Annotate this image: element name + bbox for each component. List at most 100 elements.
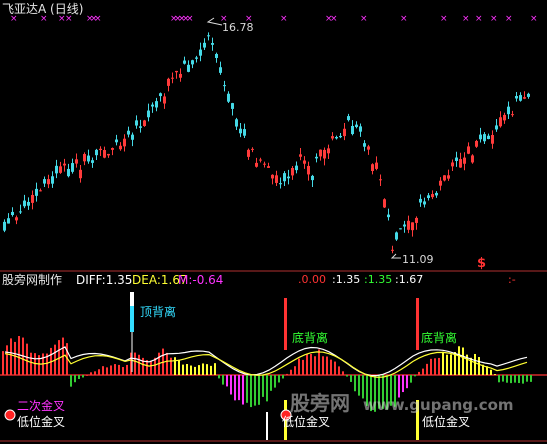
macd-bar — [14, 341, 16, 375]
candle-body — [127, 130, 130, 135]
top-divergence-marker-white — [130, 292, 134, 306]
stock-chart-canvas[interactable]: × × × × ××× ××××× × × × ×× × × × × × × × × — [0, 0, 547, 444]
signal-x-marker: × — [475, 14, 483, 24]
candle-body — [207, 35, 210, 37]
candle-body — [115, 139, 118, 143]
macd-bar — [342, 371, 344, 375]
macd-bar — [194, 366, 196, 375]
macd-bar — [94, 371, 96, 375]
candle-body — [235, 119, 238, 127]
macd-bar — [222, 375, 224, 385]
candle-body — [203, 42, 206, 48]
candle-body — [315, 156, 318, 159]
candle-body — [439, 180, 442, 186]
candle-body — [143, 120, 146, 127]
candle-body — [47, 179, 50, 185]
candle-body — [163, 96, 166, 104]
macd-bar — [150, 361, 152, 375]
candle-body — [431, 194, 434, 198]
macd-bar — [314, 356, 316, 375]
macd-bar — [2, 351, 4, 375]
candle-body — [255, 162, 258, 167]
candle-body — [307, 165, 310, 175]
candle-body — [491, 134, 494, 144]
candle-body — [7, 218, 10, 224]
candle-body — [111, 148, 114, 150]
annotation-low-golden-cross-2: 低位金叉 — [282, 415, 331, 429]
macd-bar — [446, 354, 448, 375]
candle-body — [443, 175, 446, 181]
macd-bar — [202, 363, 204, 375]
macd-bar — [362, 375, 364, 399]
macd-bar — [186, 364, 188, 375]
candle-body — [311, 175, 314, 181]
macd-bar — [218, 375, 220, 379]
candle-body — [151, 104, 154, 107]
candle-body — [463, 157, 466, 164]
candle-body — [199, 49, 202, 56]
annotation-bottom-divergence-1: 底背离 — [292, 331, 329, 345]
signal-dollar-mark: $ — [477, 256, 487, 271]
indicator-brand-label: 股旁网制作 — [2, 273, 63, 287]
macd-bar — [198, 365, 200, 375]
macd-bar — [226, 375, 228, 387]
candle-body — [267, 166, 270, 168]
macd-bar — [434, 358, 436, 375]
macd-bar — [334, 361, 336, 375]
signal-x-marker: × — [462, 14, 470, 24]
macd-bar — [78, 375, 80, 379]
candle-body — [59, 166, 62, 173]
candle-body — [83, 154, 86, 162]
candle-body — [391, 249, 394, 251]
macd-bar — [214, 363, 216, 375]
candle-body — [419, 198, 422, 203]
candle-body — [359, 126, 362, 132]
m-value-label: M:-0.64 — [178, 273, 224, 287]
signal-x-marker: × — [440, 14, 448, 24]
signal-x-marker: × — [94, 14, 102, 24]
macd-bar — [318, 349, 320, 375]
macd-bar — [254, 375, 256, 406]
macd-bar — [86, 374, 88, 376]
macd-bar — [170, 357, 172, 375]
extra-value-2: :1.35 — [332, 273, 361, 286]
candle-body — [139, 126, 142, 128]
candle-body — [319, 149, 322, 157]
candle-body — [63, 163, 66, 166]
candle-body — [471, 155, 474, 163]
candle-body — [263, 163, 266, 165]
macd-bar — [306, 354, 308, 375]
candle-body — [467, 146, 470, 154]
candle-body — [387, 214, 390, 218]
macd-bar — [126, 364, 128, 375]
signal-x-marker: × — [490, 14, 498, 24]
candle-body — [27, 201, 30, 206]
candle-body — [231, 103, 234, 109]
candle-body — [183, 60, 186, 64]
candle-body — [383, 199, 386, 208]
signal-x-marker: × — [505, 14, 513, 24]
candle-body — [187, 64, 190, 72]
golden-cross-dot — [4, 409, 16, 421]
macd-bar — [90, 372, 92, 375]
candle-body — [15, 217, 18, 221]
candle-body — [375, 162, 378, 169]
macd-bar — [262, 375, 264, 397]
macd-bar — [234, 375, 236, 401]
macd-bar — [526, 375, 528, 382]
candle-body — [251, 148, 254, 150]
candle-body — [327, 148, 330, 154]
candle-body — [415, 217, 418, 223]
macd-bar — [242, 375, 244, 405]
macd-bar — [82, 375, 84, 378]
macd-bar — [354, 375, 356, 392]
macd-bar — [438, 357, 440, 375]
extra-value-3: :1.35 — [364, 273, 393, 286]
macd-bar — [358, 375, 360, 396]
macd-bar — [138, 354, 140, 375]
candle-body — [331, 136, 334, 139]
macd-bar — [498, 375, 500, 383]
macd-bar — [518, 375, 520, 384]
extra-value-4: :1.67 — [395, 273, 424, 286]
candle-body — [335, 136, 338, 139]
